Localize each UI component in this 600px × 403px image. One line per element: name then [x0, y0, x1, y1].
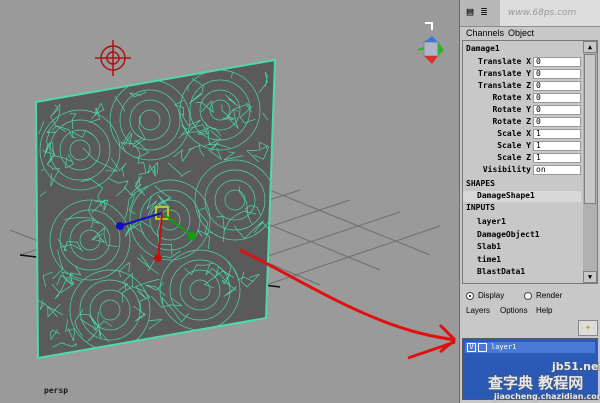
layer-name[interactable]: layer1	[491, 343, 516, 351]
input-node-item[interactable]: BlastData1	[477, 267, 525, 276]
node-name[interactable]: Damage1	[466, 44, 500, 53]
attribute-label[interactable]: Scale X	[497, 129, 531, 138]
new-layer-icon[interactable]: ✦	[578, 320, 598, 336]
watermark: jb51.net 查字典 教程网 jiaocheng.chazidian.com	[488, 360, 600, 403]
menu-object[interactable]: Object	[508, 28, 534, 38]
layer-visibility-toggle[interactable]: V	[467, 343, 476, 352]
perspective-viewport[interactable]: persp	[0, 0, 460, 403]
channel-box-menu: Channels Object	[460, 27, 600, 39]
attribute-value-field[interactable]: 0	[533, 57, 581, 67]
attribute-value-field[interactable]: 1	[533, 153, 581, 163]
attribute-row[interactable]: Scale Z1	[463, 153, 581, 164]
camera-label: persp	[44, 386, 69, 395]
channel-box: Damage1 Translate X 0 Translate Y 0 Translat…	[462, 40, 598, 284]
attribute-value-field[interactable]: on	[533, 165, 581, 175]
input-node-item[interactable]: time1	[477, 255, 501, 264]
attribute-value-field[interactable]: 1	[533, 141, 581, 151]
attribute-value-field[interactable]: 0	[533, 105, 581, 115]
attribute-value-field[interactable]: 0	[533, 93, 581, 103]
attribute-value-field[interactable]: 1	[533, 129, 581, 139]
attribute-row[interactable]: Visibility on	[463, 165, 581, 176]
attribute-label[interactable]: Rotate X	[492, 93, 531, 102]
attribute-label[interactable]: Translate X	[478, 57, 531, 66]
display-radio-label: Display	[478, 291, 505, 300]
attribute-label[interactable]: Visibility	[483, 165, 531, 174]
inputs-header: INPUTS	[466, 203, 495, 212]
watermark-top: www.68ps.com	[508, 8, 577, 18]
attribute-label[interactable]: Rotate Z	[492, 117, 531, 126]
menu-help[interactable]: Help	[536, 306, 552, 315]
scroll-up-icon[interactable]: ▲	[583, 41, 597, 53]
viewport-corner-marker	[425, 22, 433, 30]
menu-layers[interactable]: Layers	[466, 306, 490, 315]
attribute-row[interactable]: Rotate Y0	[463, 105, 581, 116]
attribute-value-field[interactable]: 0	[533, 69, 581, 79]
attribute-value-field[interactable]: 0	[533, 81, 581, 91]
channel-box-scrollbar[interactable]: ▲ ▼	[583, 41, 597, 283]
watermark-brand: 查字典 教程网	[488, 374, 584, 392]
toolbar-banner: www.68ps.com	[500, 0, 600, 26]
shape-item[interactable]: DamageShape1	[463, 191, 581, 202]
attribute-label[interactable]: Scale Z	[497, 153, 531, 162]
attribute-row[interactable]: Rotate Z0	[463, 117, 581, 128]
menu-channels[interactable]: Channels	[466, 28, 504, 38]
input-node-item[interactable]: Slab1	[477, 242, 501, 251]
channel-box-icon[interactable]: ▤	[464, 6, 476, 18]
viewport-scene	[9, 36, 457, 360]
annotation-arrow	[239, 248, 456, 342]
attribute-label[interactable]: Scale Y	[497, 141, 531, 150]
attribute-row[interactable]: Scale X1	[463, 129, 581, 140]
input-node-item[interactable]: layer1	[477, 217, 506, 226]
attribute-row[interactable]: Scale Y1	[463, 141, 581, 152]
render-radio-label: Render	[536, 291, 563, 300]
right-side-panel: ▤ ≣ www.68ps.com Channels Object Damage1…	[460, 0, 600, 403]
layer-template-toggle[interactable]	[478, 343, 487, 352]
channel-box-toolbar: ▤ ≣ www.68ps.com	[460, 0, 600, 27]
scroll-thumb[interactable]	[584, 54, 596, 204]
layer-mode-radios: Display Render	[460, 291, 600, 303]
attribute-label[interactable]: Translate Z	[478, 81, 531, 90]
view-cube-icon[interactable]	[417, 36, 444, 64]
attribute-editor-icon[interactable]: ≣	[478, 6, 490, 18]
attribute-label[interactable]: Rotate Y	[492, 105, 531, 114]
manipulator-z-cone[interactable]	[188, 232, 196, 240]
watermark-url: jiaocheng.chazidian.com	[494, 392, 600, 401]
scroll-down-icon[interactable]: ▼	[583, 271, 597, 283]
manipulator-x-cone[interactable]	[116, 222, 124, 230]
shapes-header: SHAPES	[466, 179, 495, 188]
layer-menu: Layers Options Help	[460, 306, 600, 318]
attribute-row[interactable]: Translate X0	[463, 57, 581, 68]
attribute-label[interactable]: Translate Y	[478, 69, 531, 78]
annotation-arrowhead	[407, 323, 457, 360]
attribute-row[interactable]: Rotate X0	[463, 93, 581, 104]
layer-row[interactable]: V layer1	[465, 342, 595, 353]
display-radio[interactable]	[466, 292, 474, 300]
attribute-row[interactable]: Translate Z0	[463, 81, 581, 92]
menu-options[interactable]: Options	[500, 306, 528, 315]
render-radio[interactable]	[524, 292, 532, 300]
input-node-item[interactable]: DamageObject1	[477, 230, 540, 239]
attribute-value-field[interactable]: 0	[533, 117, 581, 127]
target-locator-icon[interactable]	[95, 40, 131, 76]
attribute-row[interactable]: Translate Y0	[463, 69, 581, 80]
manipulator-y-cone[interactable]	[154, 254, 162, 262]
